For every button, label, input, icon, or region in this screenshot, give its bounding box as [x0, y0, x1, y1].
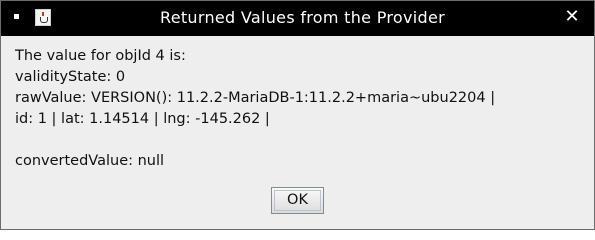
title-bar[interactable]: Returned Values from the Provider ✕ [1, 1, 594, 36]
dialog-window: Returned Values from the Provider ✕ The … [0, 0, 595, 230]
message-line-rawvalue-cont: id: 1 | lat: 1.14514 | lng: -145.262 | [15, 111, 270, 127]
ok-button[interactable]: OK [271, 187, 324, 214]
message-line-heading: The value for objId 4 is: [15, 48, 186, 64]
message-line-rawvalue: rawValue: VERSION(): 11.2.2-MariaDB-1:11… [15, 90, 496, 106]
window-title: Returned Values from the Provider [160, 8, 445, 27]
message-line-validity: validityState: 0 [15, 69, 126, 85]
message-body: The value for objId 4 is: validityState:… [15, 46, 587, 172]
message-line-converted: convertedValue: null [15, 153, 165, 169]
message-line-blank [15, 130, 587, 151]
close-icon[interactable]: ✕ [562, 7, 582, 27]
